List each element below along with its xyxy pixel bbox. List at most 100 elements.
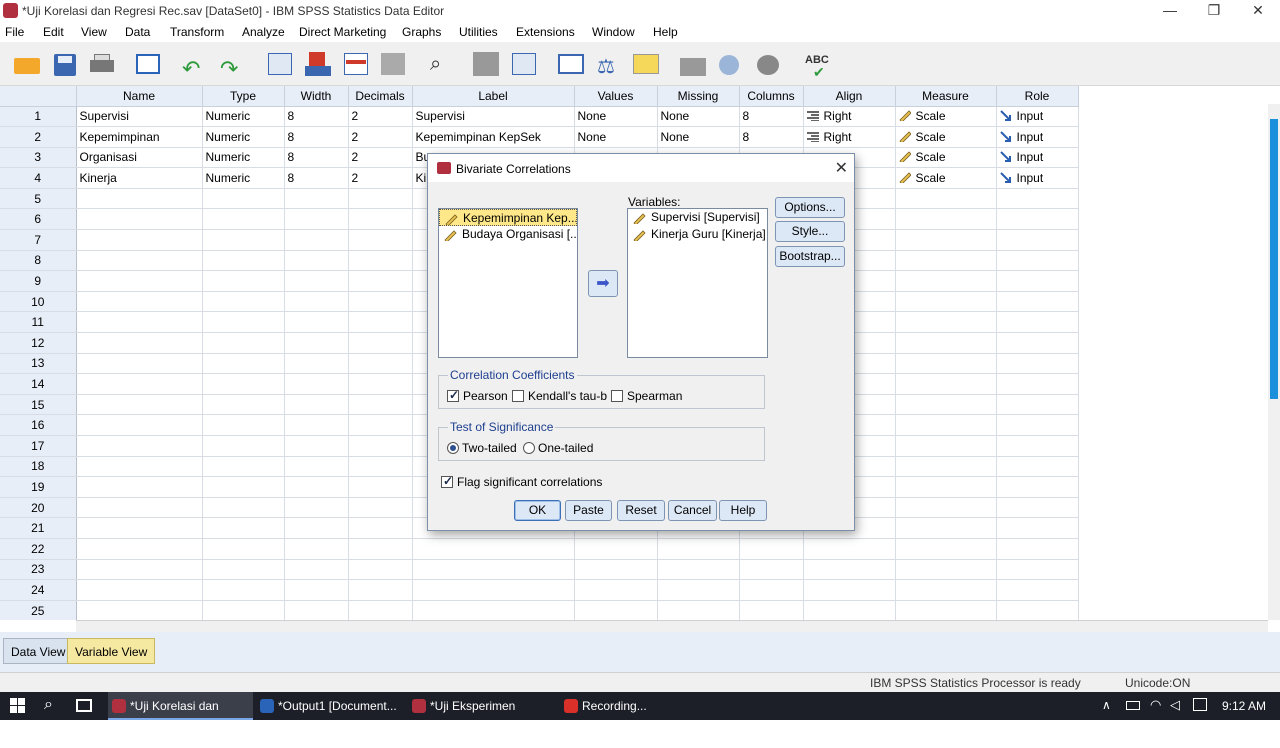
select-cases-icon[interactable]	[631, 50, 661, 78]
empty-cell[interactable]	[895, 208, 997, 231]
empty-cell[interactable]	[202, 250, 285, 272]
empty-cell[interactable]	[202, 579, 285, 601]
empty-cell[interactable]	[76, 311, 203, 334]
options-button[interactable]: Options...	[775, 197, 845, 218]
empty-cell[interactable]	[202, 208, 285, 231]
cell-values[interactable]: None	[574, 106, 658, 128]
empty-cell[interactable]	[284, 497, 349, 519]
menu-window[interactable]: Window	[592, 25, 635, 39]
empty-cell[interactable]	[895, 250, 997, 272]
empty-cell[interactable]	[895, 579, 997, 601]
empty-cell[interactable]	[76, 188, 203, 210]
style-button[interactable]: Style...	[775, 221, 845, 242]
cell-measure[interactable]: Scale	[895, 106, 997, 128]
empty-cell[interactable]	[574, 559, 658, 581]
empty-cell[interactable]	[348, 250, 413, 272]
taskbar-item-spss-data[interactable]: *Uji Korelasi dan Regr...	[108, 692, 253, 741]
taskbar-item-spss-eksperimen[interactable]: *Uji Eksperimen Rec.s...	[408, 692, 556, 741]
empty-cell[interactable]	[412, 600, 575, 620]
insert-cases-icon[interactable]	[471, 50, 501, 78]
help-button[interactable]: Help	[719, 500, 767, 521]
empty-cell[interactable]	[657, 559, 740, 581]
empty-cell[interactable]	[76, 394, 203, 416]
empty-cell[interactable]	[284, 229, 349, 251]
empty-cell[interactable]	[202, 311, 285, 334]
windows-start-icon[interactable]	[10, 698, 26, 714]
cell-type[interactable]: Numeric	[202, 126, 285, 148]
cell-missing[interactable]: None	[657, 126, 740, 148]
pearson-checkbox[interactable]	[447, 388, 459, 402]
empty-cell[interactable]	[412, 559, 575, 581]
row-number[interactable]: 15	[0, 394, 77, 416]
tab-data-view[interactable]: Data View	[3, 638, 74, 664]
split-file-icon[interactable]	[556, 50, 586, 78]
empty-cell[interactable]	[202, 332, 285, 354]
vertical-scroll-thumb[interactable]	[1270, 119, 1278, 399]
row-number[interactable]: 9	[0, 270, 77, 292]
empty-cell[interactable]	[996, 476, 1079, 498]
menu-transform[interactable]: Transform	[170, 25, 224, 39]
menu-extensions[interactable]: Extensions	[516, 25, 575, 39]
empty-cell[interactable]	[348, 291, 413, 313]
empty-cell[interactable]	[895, 373, 997, 395]
row-number[interactable]: 24	[0, 579, 77, 601]
empty-cell[interactable]	[657, 600, 740, 620]
empty-cell[interactable]	[284, 250, 349, 272]
col-header-role[interactable]: Role	[996, 86, 1079, 107]
tray-chevron-icon[interactable]: ∧	[1102, 698, 1111, 712]
dialog-close-icon[interactable]: ✕	[835, 158, 848, 178]
list-item[interactable]: Budaya Organisasi [...	[439, 226, 577, 243]
empty-cell[interactable]	[895, 497, 997, 519]
cell-columns[interactable]: 8	[739, 106, 804, 128]
empty-cell[interactable]	[895, 435, 997, 457]
empty-cell[interactable]	[348, 414, 413, 436]
taskbar-item-output[interactable]: *Output1 [Document...	[256, 692, 406, 720]
empty-cell[interactable]	[284, 208, 349, 231]
kendall-checkbox[interactable]	[512, 390, 524, 402]
empty-cell[interactable]	[76, 332, 203, 354]
empty-cell[interactable]	[996, 332, 1079, 354]
empty-cell[interactable]	[284, 538, 349, 560]
empty-cell[interactable]	[996, 517, 1079, 539]
empty-cell[interactable]	[996, 270, 1079, 292]
empty-cell[interactable]	[202, 559, 285, 581]
empty-cell[interactable]	[202, 517, 285, 539]
print-icon[interactable]	[87, 50, 117, 78]
col-header-missing[interactable]: Missing	[657, 86, 740, 107]
row-number[interactable]: 10	[0, 291, 77, 313]
empty-cell[interactable]	[76, 538, 203, 560]
empty-cell[interactable]	[996, 291, 1079, 313]
flag-significant-checkbox[interactable]	[441, 474, 453, 488]
goto-variable-icon[interactable]	[303, 50, 333, 78]
empty-cell[interactable]	[996, 456, 1079, 478]
battery-icon[interactable]	[1126, 701, 1140, 710]
redo-icon[interactable]: ↷	[218, 50, 248, 81]
empty-cell[interactable]	[284, 435, 349, 457]
empty-cell[interactable]	[574, 600, 658, 620]
row-number[interactable]: 1	[0, 106, 77, 128]
empty-cell[interactable]	[803, 559, 896, 581]
ok-button[interactable]: OK	[514, 500, 561, 521]
empty-cell[interactable]	[76, 373, 203, 395]
col-header-align[interactable]: Align	[803, 86, 896, 107]
empty-cell[interactable]	[284, 517, 349, 539]
dialog-recall-icon[interactable]	[134, 50, 164, 78]
show-all-variables-icon[interactable]	[754, 50, 784, 78]
pearson-label[interactable]: Pearson	[463, 389, 508, 403]
empty-cell[interactable]	[348, 353, 413, 375]
cell-measure[interactable]: Scale	[895, 126, 997, 148]
cell-decimals[interactable]: 2	[348, 167, 413, 189]
cell-label[interactable]: Kepemimpinan KepSek	[412, 126, 575, 148]
menu-utilities[interactable]: Utilities	[459, 25, 498, 39]
cell-type[interactable]: Numeric	[202, 106, 285, 128]
row-number[interactable]: 13	[0, 353, 77, 375]
one-tailed-label[interactable]: One-tailed	[538, 441, 593, 455]
col-header-type[interactable]: Type	[202, 86, 285, 107]
empty-cell[interactable]	[284, 373, 349, 395]
empty-cell[interactable]	[76, 250, 203, 272]
spearman-label[interactable]: Spearman	[627, 389, 682, 403]
empty-cell[interactable]	[76, 270, 203, 292]
row-number[interactable]: 11	[0, 311, 77, 334]
menu-data[interactable]: Data	[125, 25, 150, 39]
empty-cell[interactable]	[76, 208, 203, 231]
